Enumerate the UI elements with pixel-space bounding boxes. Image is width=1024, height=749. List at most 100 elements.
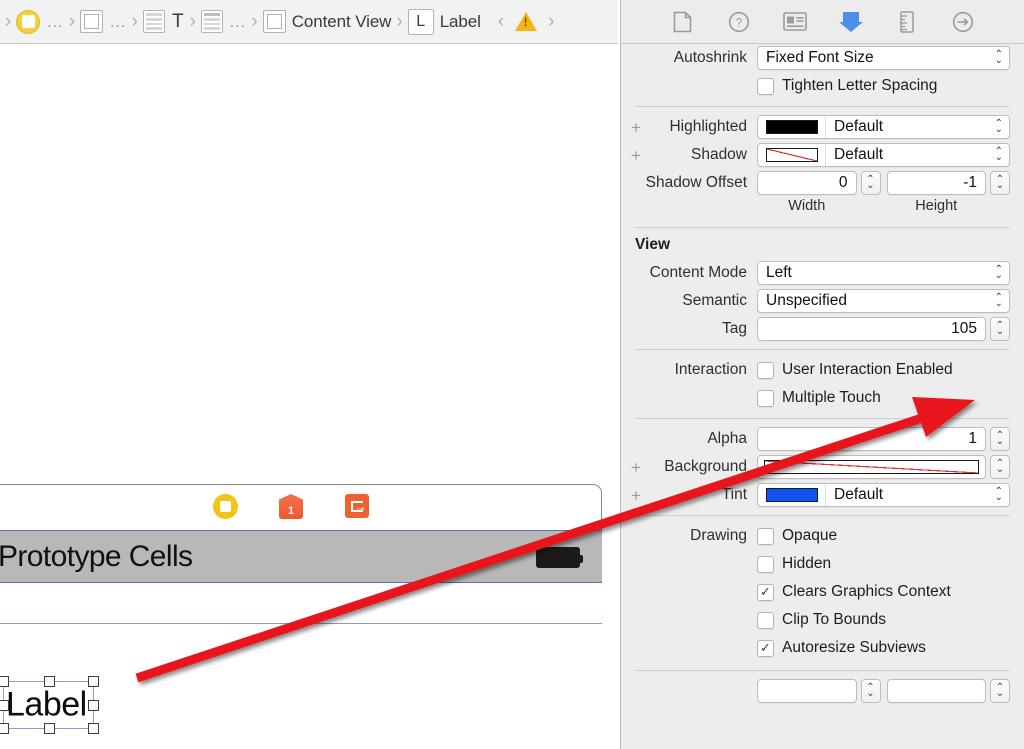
breadcrumb-separator-0: ›: [5, 11, 12, 32]
arrow-circle-icon[interactable]: [951, 10, 975, 34]
shadow-offset-width-input[interactable]: 0: [757, 171, 857, 195]
user-interaction-enabled-label: User Interaction Enabled: [782, 361, 953, 378]
tint-add-variation-icon[interactable]: +: [631, 487, 641, 504]
tag-input[interactable]: 105: [757, 317, 986, 341]
view-controller-dock-icon[interactable]: [213, 494, 239, 520]
selected-label[interactable]: Label: [0, 676, 99, 734]
drawing-row: Drawing Opaque: [621, 522, 1024, 550]
tag-label: Tag: [722, 320, 747, 337]
breadcrumb-item-content-view[interactable]: Content View: [261, 10, 394, 33]
partial-input-right[interactable]: [886, 679, 986, 703]
content-mode-select[interactable]: Left ⌃ ⌄: [757, 261, 1010, 285]
interface-builder-canvas[interactable]: 1 Prototype Cells: [0, 44, 618, 749]
first-responder-dock-icon[interactable]: 1: [279, 494, 305, 520]
shadow-offset-height-stepper[interactable]: ⌃ ⌄: [990, 171, 1010, 195]
semantic-row: Semantic Unspecified ⌃ ⌄: [621, 287, 1024, 315]
resize-handle-bottom-middle[interactable]: [43, 723, 55, 734]
resize-handle-bottom-right[interactable]: [88, 723, 99, 734]
shadow-label: Shadow: [690, 146, 747, 163]
partial-stepper-left[interactable]: ⌃ ⌄: [860, 679, 881, 703]
warning-triangle-icon[interactable]: [515, 12, 538, 31]
semantic-select[interactable]: Unspecified ⌃ ⌄: [757, 289, 1010, 313]
alpha-stepper[interactable]: ⌃ ⌄: [990, 427, 1010, 451]
user-interaction-enabled-checkbox[interactable]: [757, 361, 774, 379]
opaque-checkbox[interactable]: [757, 527, 774, 545]
resize-handle-middle-right[interactable]: [88, 700, 99, 711]
tighten-letter-spacing-checkbox[interactable]: [757, 77, 774, 95]
view-section-title: View: [635, 236, 671, 253]
divider-3: [635, 349, 1010, 350]
alpha-input[interactable]: 1: [757, 427, 986, 451]
clears-graphics-context-label: Clears Graphics Context: [782, 583, 951, 600]
id-card-icon[interactable]: [782, 10, 807, 34]
shadow-offset-height-input[interactable]: -1: [886, 171, 986, 195]
shadow-offset-row: Shadow Offset 0 ⌃ ⌄ -1 ⌃ ⌄: [621, 169, 1024, 197]
highlighted-color-combo[interactable]: Default ⌃ ⌄: [757, 115, 1010, 139]
breadcrumb-item-label[interactable]: L Label: [406, 8, 483, 35]
shadow-offset-width-stepper[interactable]: ⌃ ⌄: [860, 171, 881, 195]
downward-shield-icon[interactable]: [838, 10, 863, 34]
breadcrumb-item-3-label: …: [228, 11, 247, 31]
shadow-row: + Shadow Default ⌃ ⌄: [621, 141, 1024, 169]
tag-stepper[interactable]: ⌃ ⌄: [990, 317, 1010, 341]
breadcrumb-item-5-label: Label: [439, 11, 481, 31]
alpha-row: Alpha 1 ⌃ ⌄: [621, 425, 1024, 453]
resize-handle-top-middle[interactable]: [43, 676, 55, 687]
shadow-swatch-cell[interactable]: [758, 144, 826, 166]
tag-row: Tag 105 ⌃ ⌄: [621, 315, 1024, 343]
breadcrumb-item-2-label: T: [171, 10, 184, 32]
breadcrumb-separator-3: ›: [189, 11, 196, 32]
prototype-cell-row[interactable]: [0, 583, 602, 624]
tint-swatch-cell[interactable]: [758, 484, 826, 506]
document-icon[interactable]: [671, 10, 695, 34]
highlighted-color-swatch: [765, 120, 818, 134]
prototype-cells-header[interactable]: Prototype Cells: [0, 531, 602, 583]
autoresize-subviews-checkbox[interactable]: [757, 639, 774, 657]
shadow-add-variation-icon[interactable]: +: [631, 147, 641, 164]
highlighted-add-variation-icon[interactable]: +: [631, 119, 641, 136]
chevron-right-icon[interactable]: ›: [545, 12, 557, 31]
view-controller-icon: [16, 9, 41, 34]
highlighted-swatch-cell[interactable]: [758, 116, 826, 138]
clip-to-bounds-label: Clip To Bounds: [782, 611, 886, 628]
resize-handle-top-left[interactable]: [0, 676, 9, 687]
question-circle-icon[interactable]: ?: [727, 10, 751, 34]
partial-stepper-right[interactable]: ⌃ ⌄: [990, 679, 1010, 703]
scene-dock: 1: [0, 484, 602, 530]
breadcrumb-item-view-controller[interactable]: …: [14, 9, 66, 34]
multiple-touch-checkbox[interactable]: [757, 389, 774, 407]
hidden-row: Hidden: [621, 550, 1024, 578]
exit-dock-icon[interactable]: [345, 494, 371, 520]
clears-graphics-context-checkbox[interactable]: [757, 583, 774, 601]
view-square-icon: [80, 10, 104, 33]
background-add-variation-icon[interactable]: +: [631, 459, 641, 476]
interaction-row: Interaction User Interaction Enabled: [621, 356, 1024, 384]
ruler-icon[interactable]: [895, 10, 919, 34]
chevron-updown-icon: ⌃ ⌄: [994, 486, 1003, 503]
resize-handle-middle-left[interactable]: [0, 700, 9, 711]
resize-handle-bottom-left[interactable]: [0, 723, 9, 734]
clip-to-bounds-checkbox[interactable]: [757, 611, 774, 629]
label-icon: L: [407, 8, 434, 35]
breadcrumb-item-view[interactable]: …: [78, 10, 129, 33]
breadcrumb-item-4-label: Content View: [291, 11, 392, 31]
background-color-menu[interactable]: ⌃ ⌄: [990, 455, 1010, 479]
breadcrumb-item-table-view[interactable]: T: [141, 10, 187, 33]
highlighted-label: Highlighted: [669, 118, 747, 135]
breadcrumb-item-table-cell[interactable]: …: [199, 10, 249, 33]
chevron-updown-icon: ⌃ ⌄: [994, 49, 1003, 66]
tint-color-combo[interactable]: Default ⌃ ⌄: [757, 483, 1010, 507]
chevron-updown-icon: ⌃ ⌄: [994, 146, 1003, 163]
clip-to-bounds-row: Clip To Bounds: [621, 606, 1024, 634]
shadow-color-combo[interactable]: Default ⌃ ⌄: [757, 143, 1010, 167]
partial-input-left[interactable]: [757, 679, 857, 703]
attributes-inspector-panel: ? Autoshrink Fixed Font Size ⌃ ⌄ Tighten…: [620, 0, 1024, 749]
width-caption: Width: [788, 198, 826, 214]
autoshrink-select[interactable]: Fixed Font Size ⌃ ⌄: [757, 46, 1010, 70]
autoshrink-label: Autoshrink: [673, 49, 747, 66]
highlighted-value: Default: [834, 118, 884, 135]
chevron-left-icon[interactable]: ‹: [495, 12, 507, 31]
hidden-checkbox[interactable]: [757, 555, 774, 573]
resize-handle-top-right[interactable]: [88, 676, 99, 687]
background-color-well[interactable]: [757, 455, 986, 479]
